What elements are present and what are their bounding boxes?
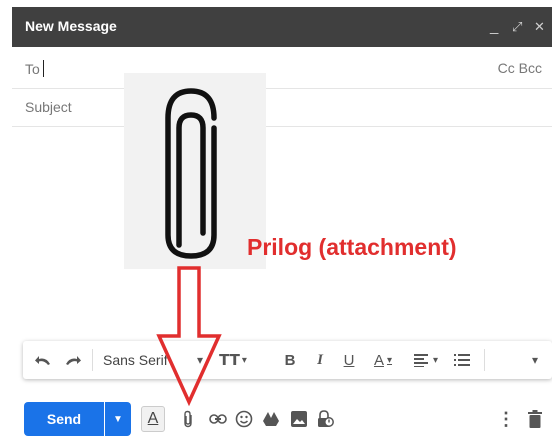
text-cursor [42,60,44,77]
red-arrow-icon [156,266,222,407]
paperclip-icon [165,88,217,259]
text-size-caret-icon: ▾ [241,354,247,366]
italic-icon[interactable]: I [311,350,329,370]
link-icon[interactable] [207,408,229,430]
attachment-annotation: Prilog (attachment) [247,234,457,260]
to-field[interactable]: To Cc Bcc [12,47,552,89]
text-color-caret-icon: ▾ [386,354,393,366]
popout-icon[interactable]: ⤢ [512,17,522,37]
more-format-icon[interactable]: ▾ [528,350,542,370]
toolbar-divider [484,349,485,371]
send-button[interactable]: Send [24,402,104,436]
formatting-toolbar: Sans Serif ▾ TT ▾ B I U A ▾ ▾ ▾ [23,341,552,379]
toolbar-divider [92,349,93,371]
paperclip-illustration [124,73,266,269]
numbered-list-icon[interactable] [451,350,473,370]
align-caret-icon: ▾ [432,354,439,366]
send-options-caret-icon[interactable]: ▼ [105,402,131,436]
attach-icon[interactable] [180,408,196,430]
align-icon[interactable]: ▾ [411,350,441,370]
underline-icon[interactable]: U [340,350,358,370]
to-label: To [25,61,40,77]
photo-icon[interactable] [288,408,310,430]
text-size-icon[interactable]: TT ▾ [219,350,247,370]
window-title: New Message [25,18,117,34]
formatting-icon[interactable]: A [141,406,165,432]
subject-label: Subject [25,99,72,115]
cc-bcc-link[interactable]: Cc Bcc [498,60,542,76]
emoji-icon[interactable] [233,408,255,430]
undo-icon[interactable] [31,350,55,370]
confidential-icon[interactable] [314,408,336,430]
compose-title-bar: New Message _ ⤢ ✕ [12,7,552,47]
close-icon[interactable]: ✕ [534,17,545,37]
drive-icon[interactable] [260,408,282,430]
more-options-icon[interactable]: ⋮ [497,408,515,430]
subject-field[interactable]: Subject [12,89,552,127]
redo-icon[interactable] [61,350,85,370]
text-color-icon[interactable]: A ▾ [368,350,398,370]
bold-icon[interactable]: B [281,350,299,370]
minimize-icon[interactable]: _ [490,17,498,37]
trash-icon[interactable] [527,408,543,430]
